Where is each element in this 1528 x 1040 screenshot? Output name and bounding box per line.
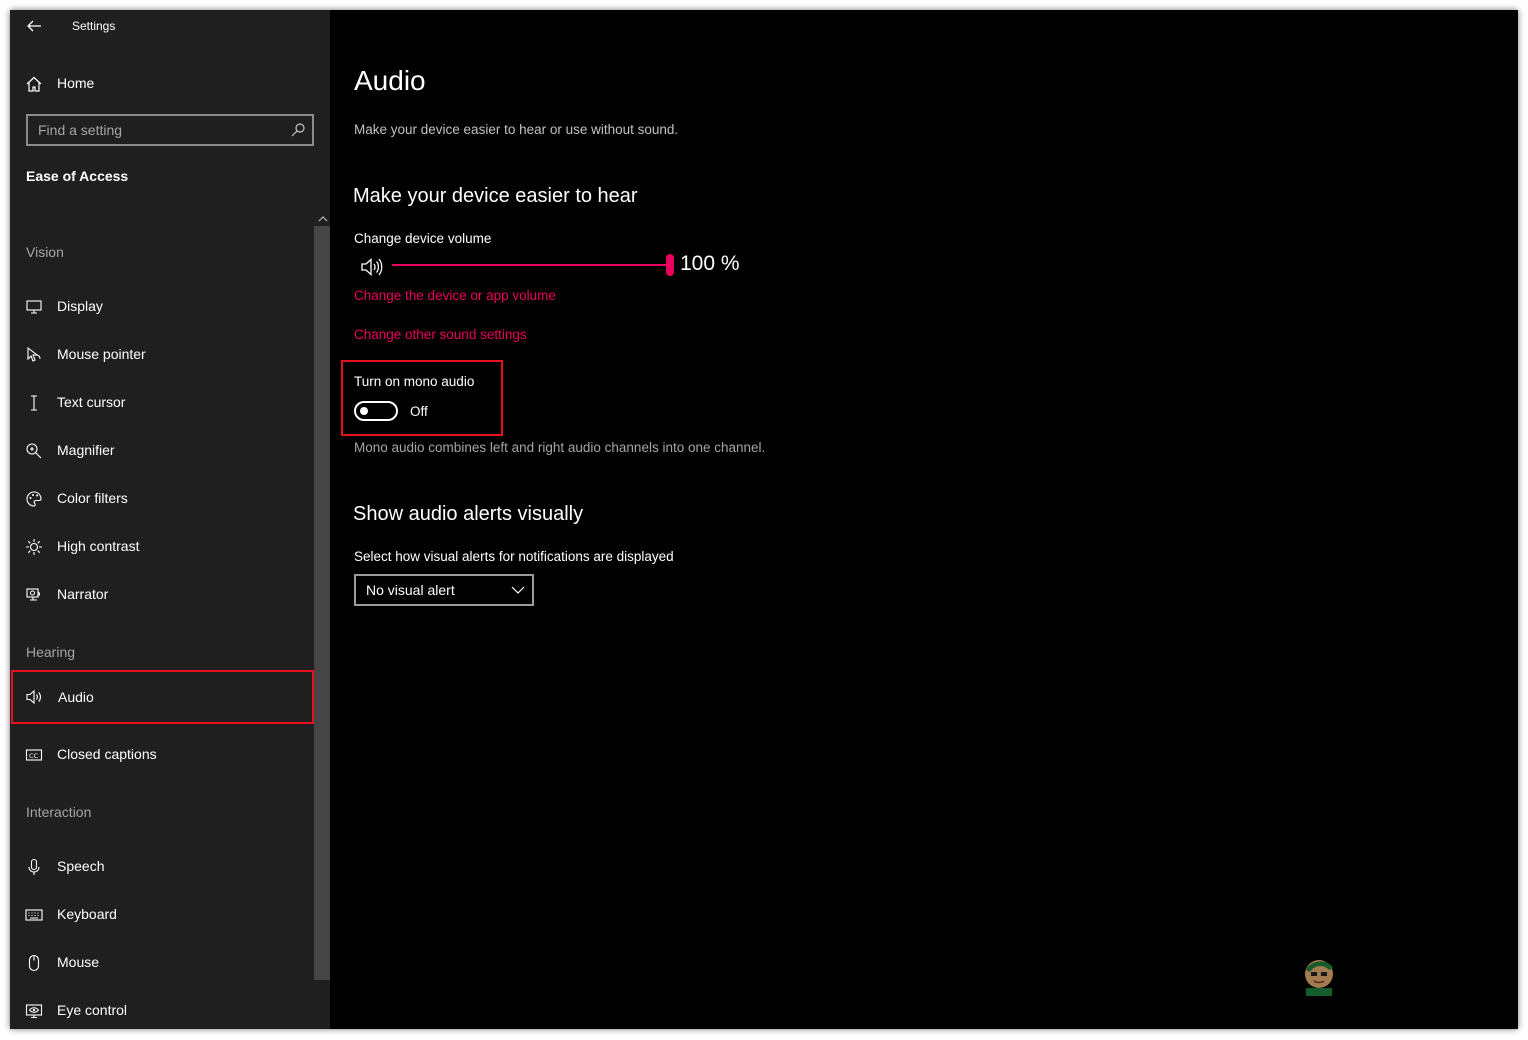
link-device-app-volume[interactable]: Change the device or app volume <box>354 288 556 303</box>
closed-captions-icon: CC <box>25 746 43 764</box>
narrator-icon <box>25 586 43 604</box>
sidebar-item-text-cursor[interactable]: Text cursor <box>10 379 313 427</box>
search-icon[interactable] <box>290 122 306 138</box>
search-input[interactable]: Find a setting <box>26 114 314 146</box>
section-header-vision: Vision <box>26 244 64 260</box>
visual-alert-label: Select how visual alerts for notificatio… <box>354 549 674 564</box>
sidebar-item-label: Narrator <box>57 586 109 602</box>
sidebar-item-display[interactable]: Display <box>10 283 313 331</box>
scrollbar-thumb[interactable] <box>314 226 330 980</box>
sidebar-item-label: High contrast <box>57 538 140 554</box>
keyboard-icon <box>25 906 43 924</box>
sidebar-item-keyboard[interactable]: Keyboard <box>10 891 313 939</box>
sidebar-item-label: Color filters <box>57 490 128 506</box>
eye-control-icon <box>25 1002 43 1020</box>
sidebar-item-label: Home <box>57 75 95 91</box>
sidebar-item-color-filters[interactable]: Color filters <box>10 475 313 523</box>
sidebar-item-mouse[interactable]: Mouse <box>10 939 313 987</box>
section-header-hearing: Hearing <box>26 644 76 660</box>
mono-audio-highlight-box <box>341 360 503 436</box>
section-heading-alerts: Show audio alerts visually <box>353 503 584 525</box>
page-subtitle: Make your device easier to hear or use w… <box>354 122 679 137</box>
sidebar-item-high-contrast[interactable]: High contrast <box>10 523 313 571</box>
text-cursor-icon <box>25 394 43 412</box>
visual-alert-selected-value: No visual alert <box>366 582 455 598</box>
search-placeholder: Find a setting <box>38 122 123 138</box>
sidebar-item-label: Eye control <box>57 1002 128 1018</box>
volume-slider[interactable] <box>392 253 676 279</box>
volume-speaker-icon[interactable] <box>360 256 384 278</box>
svg-text:CC: CC <box>29 752 39 760</box>
sidebar-item-label: Keyboard <box>57 906 117 922</box>
toggle-knob <box>360 407 368 415</box>
mono-audio-description: Mono audio combines left and right audio… <box>354 440 766 455</box>
sidebar-item-magnifier[interactable]: Magnifier <box>10 427 313 475</box>
volume-label: Change device volume <box>354 231 492 246</box>
mouse-pointer-icon <box>25 346 43 364</box>
mono-audio-toggle[interactable] <box>354 401 398 421</box>
sidebar: Settings Home Find a setting Ease of Acc… <box>10 10 330 1029</box>
scroll-up-icon[interactable] <box>318 214 328 224</box>
sidebar-item-label: Text cursor <box>57 394 126 410</box>
sidebar-scrollbar[interactable] <box>314 210 330 980</box>
sidebar-item-label: Mouse <box>57 954 100 970</box>
sidebar-item-label: Display <box>57 298 103 314</box>
mouse-icon <box>25 954 43 972</box>
sidebar-item-mouse-pointer[interactable]: Mouse pointer <box>10 331 313 379</box>
section-heading-hear: Make your device easier to hear <box>353 185 638 207</box>
sidebar-item-eye-control[interactable]: Eye control <box>10 987 313 1029</box>
settings-window: Settings Home Find a setting Ease of Acc… <box>10 10 1518 1029</box>
window-title: Settings <box>72 19 116 33</box>
sidebar-item-closed-captions[interactable]: CC Closed captions <box>10 731 313 779</box>
volume-slider-fill <box>392 264 670 266</box>
sidebar-item-label: Magnifier <box>57 442 115 458</box>
sidebar-item-home[interactable]: Home <box>10 67 313 115</box>
sidebar-item-label: Mouse pointer <box>57 346 146 362</box>
sidebar-item-label: Closed captions <box>57 746 157 762</box>
display-icon <box>25 298 43 316</box>
sidebar-item-narrator[interactable]: Narrator <box>10 571 313 619</box>
visual-alert-select[interactable]: No visual alert <box>354 574 534 606</box>
page-title: Audio <box>354 65 426 96</box>
volume-value: 100 % <box>680 252 740 275</box>
high-contrast-icon <box>25 538 43 556</box>
color-filters-icon <box>25 490 43 508</box>
link-other-sound-settings[interactable]: Change other sound settings <box>354 327 527 342</box>
watermark-logo <box>1292 946 1346 1000</box>
sidebar-item-label: Speech <box>57 858 105 874</box>
chevron-down-icon <box>510 582 526 598</box>
mono-audio-state: Off <box>410 404 428 419</box>
audio-highlight-box <box>11 670 314 724</box>
sidebar-item-speech[interactable]: Speech <box>10 843 313 891</box>
main-content: Audio Make your device easier to hear or… <box>330 10 1518 1029</box>
microphone-icon <box>25 858 43 876</box>
back-arrow-icon[interactable] <box>25 17 43 35</box>
volume-slider-thumb[interactable] <box>666 254 674 276</box>
magnifier-icon <box>25 442 43 460</box>
section-header-interaction: Interaction <box>26 804 92 820</box>
mono-audio-label: Turn on mono audio <box>354 374 475 389</box>
home-icon <box>25 75 43 93</box>
category-title: Ease of Access <box>26 168 129 184</box>
